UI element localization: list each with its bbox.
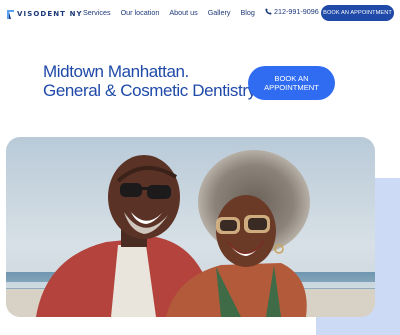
- hero-title-line-1: Midtown Manhattan.: [43, 62, 189, 81]
- hero-photo-illustration: [6, 137, 375, 317]
- tooth-logo-icon: [7, 9, 14, 19]
- hero-title: Midtown Manhattan. General & Cosmetic De…: [43, 62, 259, 100]
- logo-text: VISODENT NY: [17, 10, 83, 18]
- phone-link[interactable]: 212-991-9096: [265, 7, 319, 16]
- nav-item-our-location[interactable]: Our location: [121, 8, 160, 17]
- hero-book-appointment-button[interactable]: BOOK AN APPOINTMENT: [248, 66, 335, 100]
- hero-button-label: BOOK AN APPOINTMENT: [264, 74, 319, 92]
- nav-item-blog[interactable]: Blog: [240, 8, 254, 17]
- site-header: VISODENT NY Services Our location About …: [0, 0, 400, 26]
- main-nav: Services Our location About us Gallery B…: [83, 8, 255, 17]
- nav-item-services[interactable]: Services: [83, 8, 111, 17]
- phone-icon: [265, 8, 272, 15]
- hero-photo: [6, 137, 375, 317]
- hero-title-line-2: General & Cosmetic Dentistry.: [43, 80, 259, 100]
- phone-number: 212-991-9096: [274, 7, 319, 16]
- nav-item-gallery[interactable]: Gallery: [208, 8, 231, 17]
- header-book-appointment-button[interactable]: BOOK AN APPOINTMENT: [321, 5, 394, 21]
- nav-item-about-us[interactable]: About us: [169, 8, 197, 17]
- logo[interactable]: VISODENT NY: [6, 8, 83, 20]
